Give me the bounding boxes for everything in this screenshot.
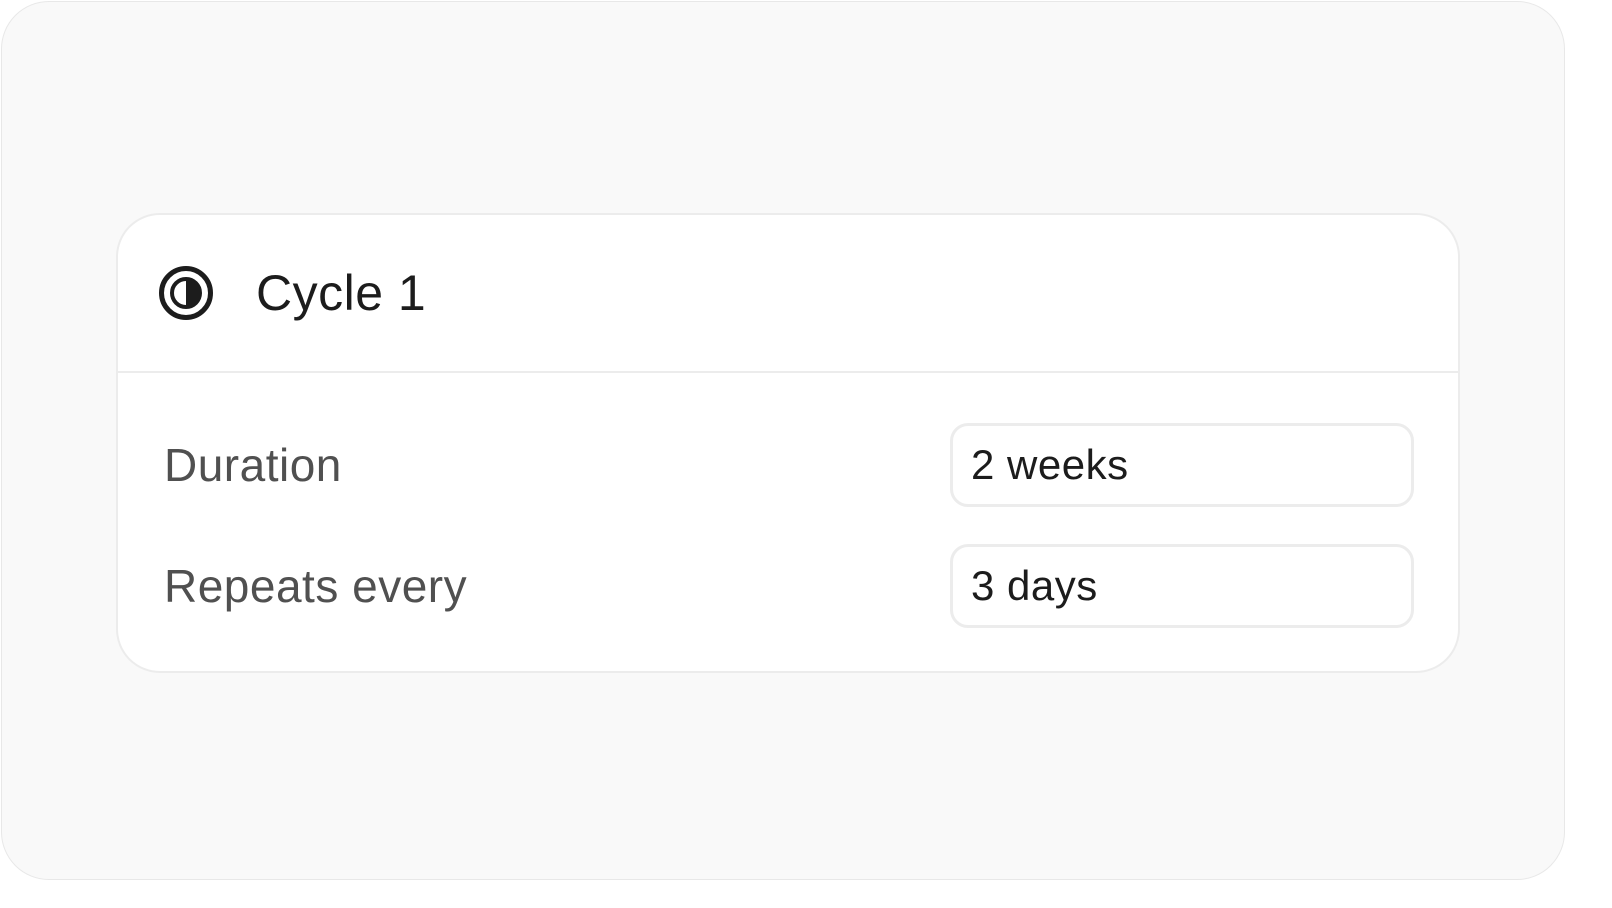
half-circle-icon (158, 265, 214, 321)
duration-label: Duration (164, 439, 342, 491)
repeats-every-field[interactable]: 3 days (950, 544, 1414, 628)
cycle-title: Cycle 1 (256, 265, 427, 321)
cycle-card-header: Cycle 1 (118, 215, 1458, 373)
cycle-card: Cycle 1 Duration 2 weeks Repeats every 3… (116, 213, 1460, 673)
repeats-every-label: Repeats every (164, 560, 468, 612)
duration-field[interactable]: 2 weeks (950, 423, 1414, 507)
canvas-frame: Cycle 1 Duration 2 weeks Repeats every 3… (1, 1, 1565, 880)
